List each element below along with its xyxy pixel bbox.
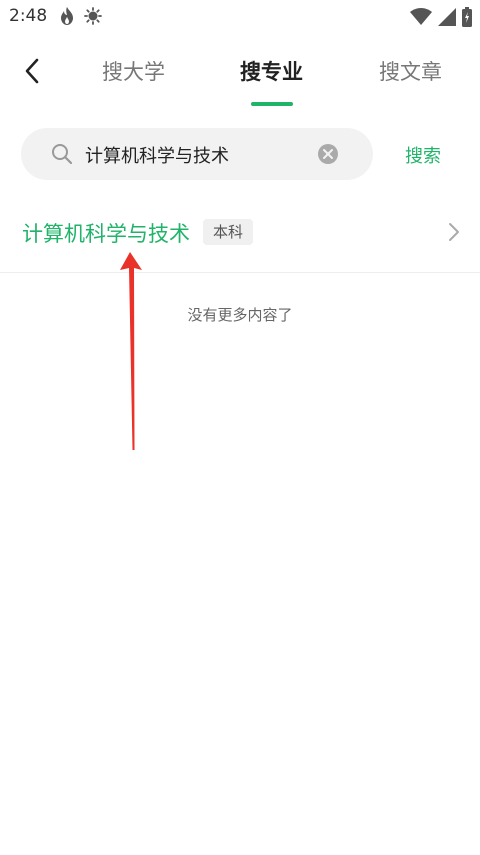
annotation-arrow [120,252,142,450]
no-more-content-text: 没有更多内容了 [187,306,293,324]
search-input[interactable] [83,140,317,170]
status-bar: 2:48 [0,0,480,34]
result-row[interactable]: 计算机科学与技术 本科 [0,200,480,273]
tab-search-university[interactable]: 搜大学 [102,56,165,86]
tab-search-major[interactable]: 搜专业 [240,56,303,86]
wifi-icon [410,8,432,30]
status-time: 2:48 [9,6,48,26]
result-title: 计算机科学与技术 [22,222,190,246]
chevron-left-icon [25,58,39,84]
chevron-right-icon [448,222,460,246]
search-box[interactable] [21,128,373,180]
search-icon [51,143,73,169]
status-left-icons [58,6,102,30]
clear-icon[interactable] [317,143,339,165]
degree-badge: 本科 [203,219,254,245]
search-button[interactable]: 搜索 [405,142,441,168]
back-button[interactable] [16,55,48,87]
brightness-icon [84,7,102,29]
flame-icon [58,6,76,30]
signal-icon [438,8,456,30]
top-nav: 搜大学 搜专业 搜文章 [0,40,480,110]
active-tab-indicator [251,102,293,106]
status-right-icons [410,7,472,31]
tab-search-article[interactable]: 搜文章 [379,56,442,86]
battery-icon [462,7,472,31]
